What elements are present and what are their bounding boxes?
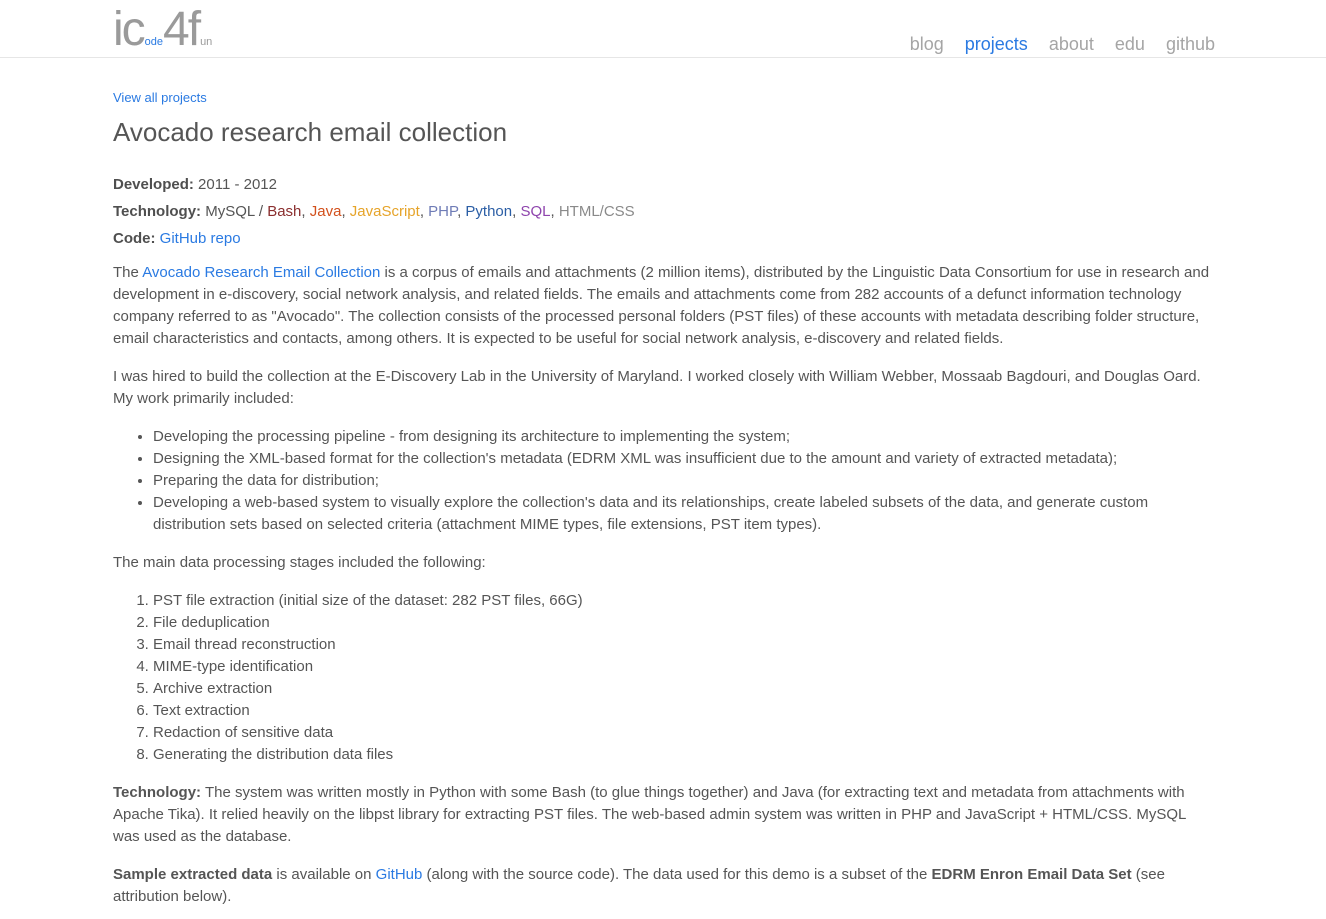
tech-separator: / — [254, 203, 268, 220]
project-meta: Developed: 2011 - 2012 Technology: MySQL… — [113, 171, 1215, 252]
tech-item: SQL — [520, 203, 551, 220]
github-repo-link[interactable]: GitHub repo — [160, 230, 241, 247]
technology-label: Technology: — [113, 203, 202, 220]
tech-item: MySQL — [205, 203, 255, 220]
tech-separator: , — [419, 203, 429, 220]
avocado-collection-link[interactable]: Avocado Research Email Collection — [142, 264, 380, 281]
list-item: Generating the distribution data files — [153, 744, 1215, 766]
main-nav: blog projects about edu github — [894, 32, 1215, 56]
list-item: Preparing the data for distribution; — [153, 470, 1215, 492]
tech-item: Python — [465, 203, 513, 220]
list-item: PST file extraction (initial size of the… — [153, 590, 1215, 612]
stages-list: PST file extraction (initial size of the… — [113, 590, 1215, 766]
sample-mid2: (along with the source code). The data u… — [422, 866, 932, 883]
technology-paragraph: Technology: The system was written mostl… — [113, 782, 1215, 848]
nav-about[interactable]: about — [1049, 34, 1094, 54]
sample-label: Sample extracted data — [113, 866, 273, 883]
tech-item: Bash — [267, 203, 302, 220]
list-item: Text extraction — [153, 700, 1215, 722]
main-content: View all projects Avocado research email… — [113, 58, 1215, 908]
list-item: Email thread reconstruction — [153, 634, 1215, 656]
sample-data-paragraph: Sample extracted data is available on Gi… — [113, 864, 1215, 908]
nav-github[interactable]: github — [1166, 34, 1215, 54]
technology-row: Technology: MySQL / Bash, Java, JavaScri… — [113, 198, 1215, 225]
list-item: Developing a web-based system to visuall… — [153, 492, 1215, 536]
tech-item: PHP — [428, 203, 458, 220]
work-paragraph: I was hired to build the collection at t… — [113, 368, 1201, 407]
logo-part-4f: 4f — [163, 3, 201, 56]
tech-separator: , — [301, 203, 310, 220]
tech-item: Java — [309, 203, 342, 220]
list-item: Archive extraction — [153, 678, 1215, 700]
logo-part-un: un — [200, 36, 213, 48]
tech-item: HTML/CSS — [558, 203, 635, 220]
sample-github-link[interactable]: GitHub — [376, 866, 423, 883]
tech-item: JavaScript — [349, 203, 420, 220]
view-all-projects-link[interactable]: View all projects — [113, 90, 207, 105]
logo-part-ode: ode — [144, 36, 164, 48]
stages-paragraph: The main data processing stages included… — [113, 554, 486, 571]
code-label: Code: — [113, 230, 156, 247]
list-item: File deduplication — [153, 612, 1215, 634]
nav-blog[interactable]: blog — [910, 34, 944, 54]
header-inner: icode4fun blog projects about edu github — [113, 0, 1215, 57]
developed-label: Developed: — [113, 176, 194, 193]
work-list: Developing the processing pipeline - fro… — [113, 426, 1215, 536]
site-header: icode4fun blog projects about edu github — [0, 0, 1326, 58]
technology-para-label: Technology: — [113, 784, 202, 801]
list-item: Designing the XML-based format for the c… — [153, 448, 1215, 470]
enron-dataset-label: EDRM Enron Email Data Set — [931, 866, 1132, 883]
list-item: MIME-type identification — [153, 656, 1215, 678]
tech-separator: , — [550, 203, 559, 220]
sample-mid1: is available on — [272, 866, 376, 883]
logo-part-ic: ic — [113, 3, 146, 56]
nav-projects[interactable]: projects — [965, 34, 1028, 54]
tech-separator: , — [341, 203, 350, 220]
developed-value: 2011 - 2012 — [198, 176, 277, 193]
technology-para-text: The system was written mostly in Python … — [113, 784, 1186, 845]
code-row: Code: GitHub repo — [113, 225, 1215, 252]
technology-list: MySQL / Bash, Java, JavaScript, PHP, Pyt… — [205, 203, 634, 220]
intro-paragraph: The Avocado Research Email Collection is… — [113, 262, 1215, 350]
site-logo[interactable]: icode4fun — [113, 4, 212, 56]
list-item: Redaction of sensitive data — [153, 722, 1215, 744]
nav-edu[interactable]: edu — [1115, 34, 1145, 54]
developed-row: Developed: 2011 - 2012 — [113, 171, 1215, 198]
list-item: Developing the processing pipeline - fro… — [153, 426, 1215, 448]
intro-pre: The — [113, 264, 143, 281]
page-title: Avocado research email collection — [113, 117, 508, 147]
